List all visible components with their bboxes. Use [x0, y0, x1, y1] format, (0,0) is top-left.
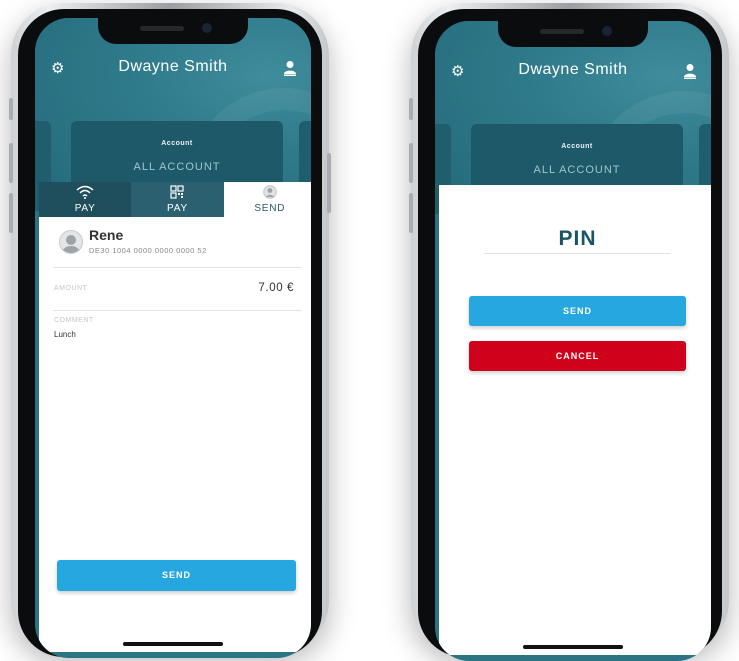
front-camera — [202, 23, 212, 33]
volume-down-button — [9, 193, 13, 233]
account-card-label: Account — [561, 143, 593, 150]
wifi-contactless-icon — [76, 185, 94, 199]
phone-frame-right: ⚙ Dwayne Smith Account ALL ACCOUNT PIN S… — [409, 3, 729, 661]
send-button[interactable]: SEND — [57, 560, 296, 591]
tab-qr-pay[interactable]: PAY — [131, 182, 224, 217]
home-indicator[interactable] — [123, 642, 223, 646]
home-indicator[interactable] — [523, 645, 623, 649]
top-bar: ⚙ Dwayne Smith — [35, 58, 311, 84]
divider — [53, 267, 302, 268]
front-camera — [602, 26, 612, 36]
pin-input-underline[interactable] — [484, 253, 671, 254]
user-name-title: Dwayne Smith — [518, 61, 628, 78]
pin-title: PIN — [558, 227, 597, 250]
amount-label: AMOUNT — [54, 285, 88, 292]
user-icon[interactable] — [283, 60, 297, 76]
user-icon[interactable] — [683, 63, 697, 79]
recipient-name: Rene — [89, 227, 124, 243]
volume-up-button — [409, 143, 413, 183]
tab-label: PAY — [74, 203, 96, 214]
amount-field[interactable]: 7.00 € — [258, 282, 294, 294]
account-card-label: Account — [161, 140, 193, 147]
tab-label: PAY — [167, 203, 188, 214]
tab-send[interactable]: SEND — [223, 182, 311, 217]
speaker-grille — [540, 29, 584, 34]
mute-switch — [409, 98, 413, 120]
payment-tabs: PAY PAY SEND — [39, 182, 311, 217]
comment-field[interactable]: Lunch — [54, 330, 76, 339]
user-name-title: Dwayne Smith — [118, 58, 228, 75]
account-card-value: ALL ACCOUNT — [133, 161, 221, 173]
phone-screen: ⚙ Dwayne Smith Account ALL ACCOUNT PIN S… — [435, 21, 711, 661]
mute-switch — [9, 98, 13, 120]
phone-frame-left: ⚙ Dwayne Smith Account ALL ACCOUNT PAY P… — [9, 3, 331, 658]
qr-code-icon — [170, 185, 185, 199]
divider — [53, 310, 302, 311]
speaker-grille — [140, 26, 184, 31]
volume-up-button — [9, 143, 13, 183]
person-icon — [263, 185, 277, 199]
top-bar: ⚙ Dwayne Smith — [435, 61, 711, 87]
notch — [498, 21, 648, 47]
tab-contactless-pay[interactable]: PAY — [39, 182, 132, 217]
pin-send-button[interactable]: SEND — [469, 296, 686, 326]
pin-cancel-button[interactable]: CANCEL — [469, 341, 686, 371]
tab-label: SEND — [254, 203, 286, 214]
volume-down-button — [409, 193, 413, 233]
phone-screen: ⚙ Dwayne Smith Account ALL ACCOUNT PAY P… — [35, 18, 311, 658]
power-button — [327, 153, 331, 213]
avatar — [59, 230, 83, 254]
recipient-iban: DE30 1004 0000 0000 0000 52 — [89, 246, 207, 255]
send-panel: PAY PAY SEND Rene DE30 1004 0000 0000 00… — [39, 182, 311, 652]
pin-dialog: PIN SEND CANCEL — [439, 185, 711, 655]
notch — [98, 18, 248, 44]
account-card-value: ALL ACCOUNT — [533, 164, 621, 176]
comment-label: COMMENT — [54, 317, 94, 324]
